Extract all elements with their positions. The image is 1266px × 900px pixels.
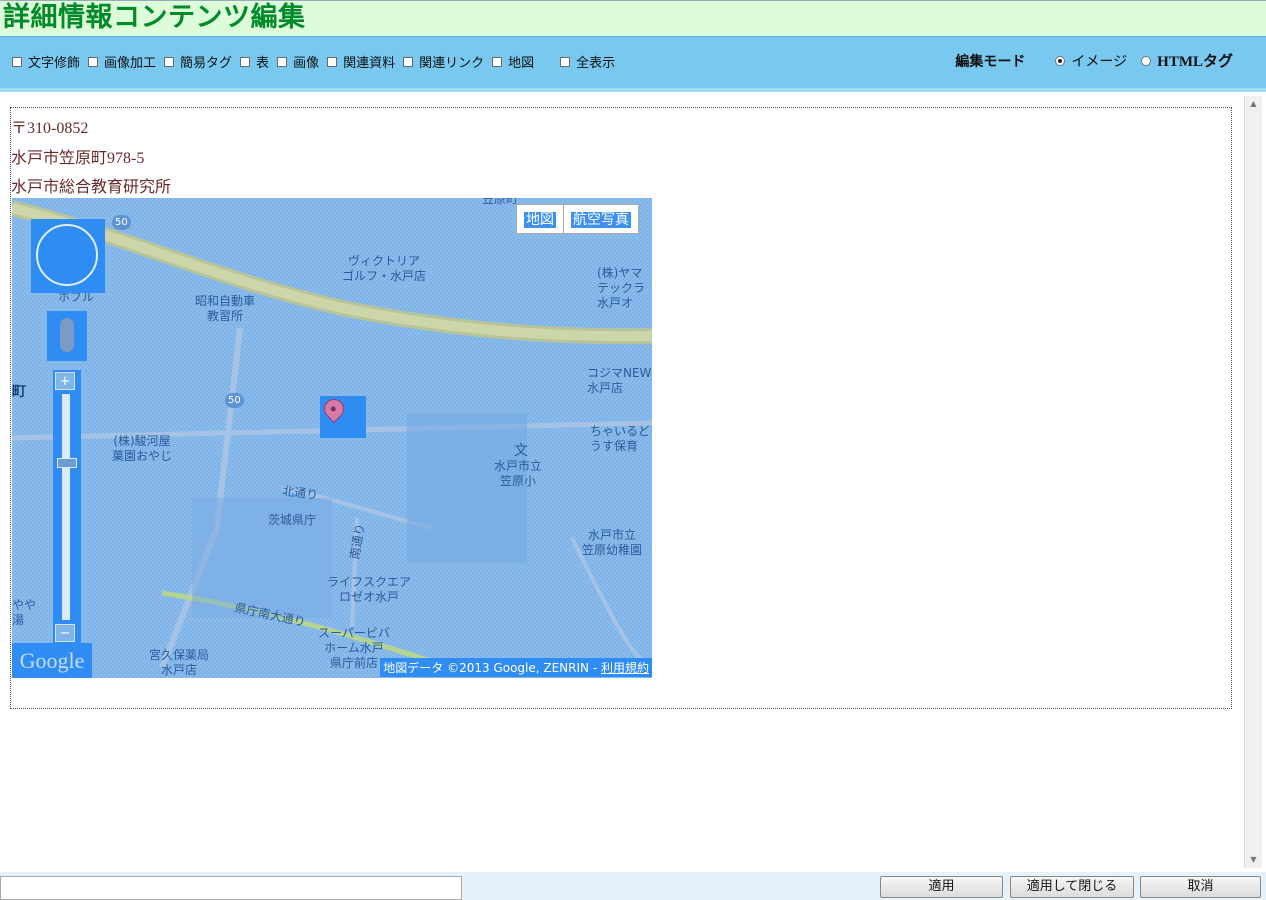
toolbar-divider (0, 88, 1266, 92)
map-label-prefectural-office: 茨城県庁 (268, 513, 317, 527)
checkbox-box[interactable] (403, 56, 414, 67)
map-label-surugaya: (株)駿河屋 菓園おやじ (112, 434, 173, 463)
map-marker-icon[interactable] (319, 394, 366, 438)
facility-name: 水戸市総合教育研究所 (11, 179, 172, 196)
embedded-map[interactable]: ヴィクトリア ゴルフ・水戸店 (株)ヤマ テックラ 水戸オ 昭和自動車 教習所 … (12, 198, 652, 678)
map-label-kojima: コジマNEW 水戸店 (587, 366, 652, 395)
edit-mode-label: 編集モード (955, 53, 1026, 70)
checkbox-show-all[interactable]: 全表示 (560, 52, 615, 71)
checkbox-box[interactable] (12, 56, 22, 67)
map-type-map-button[interactable]: 地図 (517, 205, 564, 233)
map-label-town: 町 (12, 384, 26, 400)
edit-mode-group: 編集モード イメージ HTMLタグ (955, 50, 1233, 71)
checkbox-image[interactable]: 画像 (277, 52, 319, 71)
radio-image-mode[interactable]: イメージ (1055, 51, 1127, 71)
zoom-in-icon[interactable]: + (55, 372, 75, 390)
route-50-shield-south: 50 (225, 393, 244, 408)
checkbox-table[interactable]: 表 (240, 52, 269, 71)
title-bar: 詳細情報コンテンツ編集 (0, 0, 1266, 36)
apply-button[interactable]: 適用 (880, 876, 1003, 898)
map-label-yamada: (株)ヤマ テックラ 水戸オ (597, 266, 646, 310)
map-roads (12, 198, 652, 678)
google-logo[interactable]: Google (12, 643, 92, 678)
checkbox-simple-tags[interactable]: 簡易タグ (164, 52, 232, 71)
checkbox-box[interactable] (88, 56, 99, 67)
map-type-control: 地図 航空写真 (516, 204, 639, 234)
checkbox-box[interactable] (240, 56, 251, 67)
checkbox-related-links[interactable]: 関連リンク (403, 52, 484, 71)
zoom-thumb[interactable] (57, 458, 77, 468)
map-label-miyakubo: 宮久保薬局 水戸店 (149, 648, 210, 677)
address-line: 水戸市笠原町978-5 (11, 150, 145, 167)
map-label-yaya: やや 湯 (12, 598, 37, 627)
map-school-symbol: 文 (514, 443, 528, 459)
edit-toolbar: 文字修飾 画像加工 簡易タグ 表 画像 関連資料 関連リンク 地図 全表示 編集… (0, 36, 1266, 92)
footer-input[interactable] (0, 876, 462, 900)
cancel-button[interactable]: 取消 (1140, 876, 1261, 898)
radio-html-mode[interactable]: HTMLタグ (1141, 50, 1233, 71)
map-label-elementary-school: 水戸市立 笠原小 (494, 459, 543, 488)
feature-checkboxes: 文字修飾 画像加工 簡易タグ 表 画像 関連資料 関連リンク 地図 全表示 (12, 52, 623, 71)
checkbox-box[interactable] (560, 56, 571, 67)
checkbox-map[interactable]: 地図 (492, 52, 534, 71)
scroll-up-icon[interactable]: ▲ (1245, 96, 1262, 112)
vertical-scrollbar[interactable]: ▲ ▼ (1244, 96, 1262, 868)
map-credit: 地図データ ©2013 Google, ZENRIN - 利用規約 (380, 658, 652, 677)
zoom-slider[interactable]: + − (53, 370, 81, 646)
checkbox-box[interactable] (327, 56, 338, 67)
radio-dot[interactable] (1055, 55, 1066, 66)
apply-close-button[interactable]: 適用して閉じる (1010, 876, 1134, 898)
pan-control-icon[interactable] (31, 219, 105, 293)
map-label-super-viva: スーパービバ ホーム水戸 県庁前店 (318, 626, 390, 670)
footer-bar: 適用 適用して閉じる 取消 (0, 872, 1266, 900)
radio-dot[interactable] (1141, 55, 1152, 66)
map-label-top: 笠原町 (482, 198, 519, 206)
zoom-track[interactable] (62, 394, 70, 620)
checkbox-text-decoration[interactable]: 文字修飾 (12, 52, 80, 71)
street-view-pegman-icon[interactable] (47, 311, 87, 361)
checkbox-box[interactable] (277, 56, 288, 67)
checkbox-box[interactable] (164, 56, 175, 67)
map-type-aerial-button[interactable]: 航空写真 (564, 205, 638, 233)
map-label-showa-driving-school: 昭和自動車 教習所 (195, 294, 256, 323)
zoom-out-icon[interactable]: − (55, 624, 75, 642)
map-label-victoria: ヴィクトリア ゴルフ・水戸店 (342, 254, 427, 283)
scroll-down-icon[interactable]: ▼ (1245, 852, 1262, 868)
route-50-shield-north: 50 (112, 215, 131, 230)
map-label-kindergarten: 水戸市立 笠原幼稚園 (582, 528, 643, 557)
checkbox-image-processing[interactable]: 画像加工 (88, 52, 156, 71)
map-label-chairudo: ちゃいるど うす保育 (590, 424, 651, 453)
postal-code: 〒310-0852 (11, 120, 89, 137)
checkbox-related-docs[interactable]: 関連資料 (327, 52, 395, 71)
page-title: 詳細情報コンテンツ編集 (3, 2, 306, 33)
terms-link[interactable]: 利用規約 (601, 661, 649, 675)
checkbox-box[interactable] (492, 56, 503, 67)
content-editor[interactable]: 〒310-0852 水戸市笠原町978-5 水戸市総合教育研究所 ヴィクトリア … (10, 107, 1232, 709)
map-label-life-square: ライフスクエア ロゼオ水戸 (327, 575, 412, 604)
